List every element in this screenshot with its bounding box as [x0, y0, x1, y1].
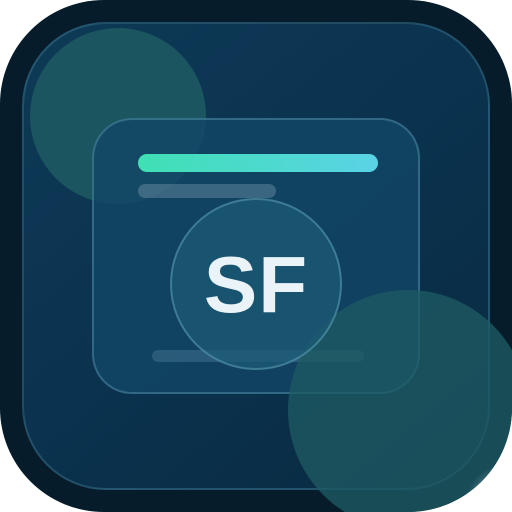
monogram-badge: SF	[170, 198, 342, 370]
card-accent-bar	[138, 154, 378, 172]
app-icon[interactable]: SF	[0, 0, 512, 512]
card-secondary-bar	[138, 184, 276, 198]
monogram-text: SF	[203, 240, 309, 329]
